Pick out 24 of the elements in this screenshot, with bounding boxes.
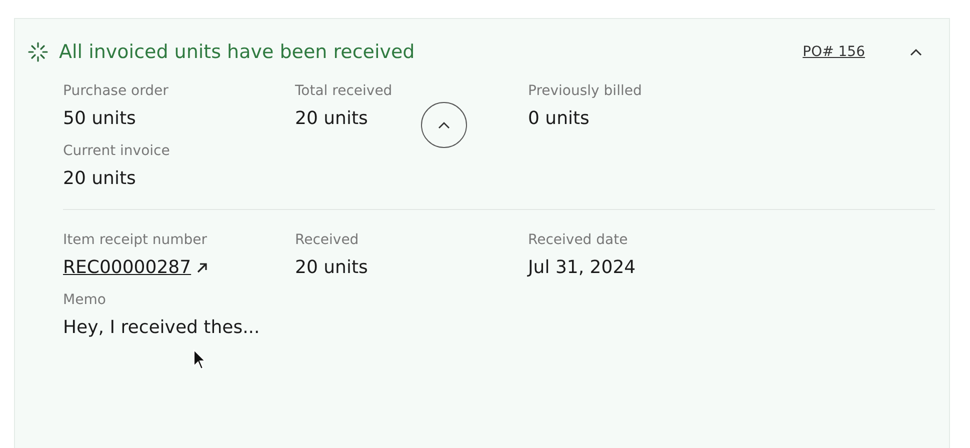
po-link[interactable]: PO# 156 xyxy=(802,44,865,60)
field-label: Current invoice xyxy=(63,143,170,159)
receipt-link[interactable]: REC00000287 xyxy=(63,257,210,278)
field-label: Received date xyxy=(528,232,628,248)
field-label: Memo xyxy=(63,292,106,308)
sparkle-icon xyxy=(27,41,49,63)
field-label: Item receipt number xyxy=(63,232,208,248)
field-value: 0 units xyxy=(528,108,590,129)
external-link-icon xyxy=(195,260,210,274)
field-value: Jul 31, 2024 xyxy=(528,257,636,278)
chevron-up-icon xyxy=(909,47,923,57)
scroll-up-button[interactable] xyxy=(421,102,467,148)
field-value: Hey, I received thes... xyxy=(63,317,260,338)
field-label: Total received xyxy=(295,83,392,99)
field-value: 20 units xyxy=(63,168,136,189)
chevron-up-icon xyxy=(438,121,450,129)
field-label: Purchase order xyxy=(63,83,168,99)
field-label: Previously billed xyxy=(528,83,642,99)
field-value: 20 units xyxy=(295,257,368,278)
field-value: 20 units xyxy=(295,108,368,129)
field-value: 50 units xyxy=(63,108,136,129)
mouse-pointer-icon xyxy=(193,349,207,371)
banner-title: All invoiced units have been received xyxy=(59,41,416,63)
field-label: Received xyxy=(295,232,359,248)
